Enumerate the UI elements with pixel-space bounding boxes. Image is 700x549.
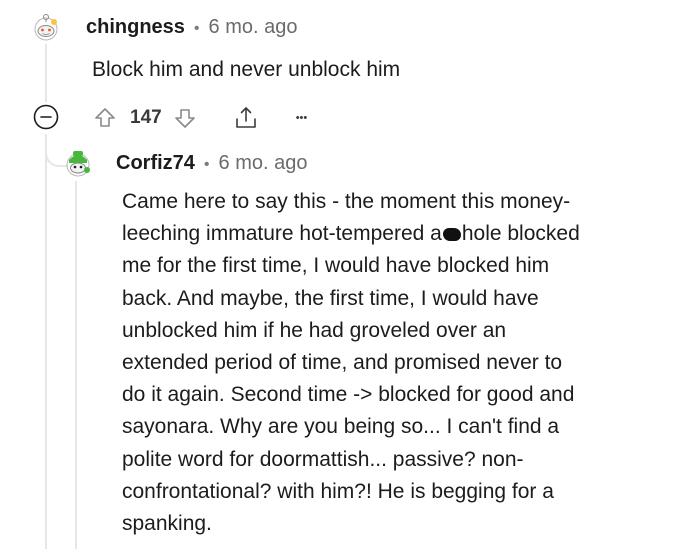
reply-line: spanking. [122,512,212,536]
comment-timestamp[interactable]: 6 mo. ago [209,16,298,39]
reply-line: sayonara. Why are you being so... I can'… [122,415,560,439]
upvote-icon[interactable] [92,105,118,131]
comment-header: chingness • 6 mo. ago [86,16,297,39]
thread-line-main [45,44,47,102]
reply-line: extended period of time, and promised ne… [122,351,563,375]
vote-score: 147 [130,107,162,128]
comment-body: Block him and never unblock him [92,58,401,81]
reply-line-part: hole blocked [461,222,580,246]
comment-username[interactable]: chingness [86,16,185,39]
reply-body: Came here to say this - the moment this … [122,186,682,540]
reply-line: Came here to say this - the moment this … [122,190,571,213]
reply-line: back. And maybe, the first time, I would… [122,286,539,310]
share-icon[interactable] [232,104,260,132]
comment-action-bar: 147 ••• [92,104,307,132]
downvote-icon[interactable] [172,105,198,131]
reply-timestamp[interactable]: 6 mo. ago [219,152,308,175]
reply-header: Corfiz74 • 6 mo. ago [116,152,307,175]
avatar-chingness[interactable] [31,12,61,42]
collapse-thread-button[interactable] [33,104,59,130]
thread-line-reply [75,181,77,549]
reply-line: do it again. Second time -> blocked for … [122,383,575,407]
reply-separator: • [203,156,210,173]
avatar-corfiz74[interactable] [63,148,93,178]
more-options-icon[interactable]: ••• [296,112,308,124]
reply-line-part: leeching immature hot-tempered a [122,222,442,246]
comment-separator: • [193,20,200,37]
reply-line: confrontational? with him?! He is beggin… [122,479,554,503]
reply-line-redacted: leeching immature hot-tempered a hole blo… [122,218,682,250]
reply-line: me for the first time, I would have bloc… [122,254,550,278]
redaction-mark [442,228,461,242]
reply-line: unblocked him if he had groveled over an [122,318,507,342]
thread-line-main-lower [45,134,47,549]
reply-username[interactable]: Corfiz74 [116,152,195,175]
reply-line: polite word for doormattish... passive? … [122,447,524,471]
